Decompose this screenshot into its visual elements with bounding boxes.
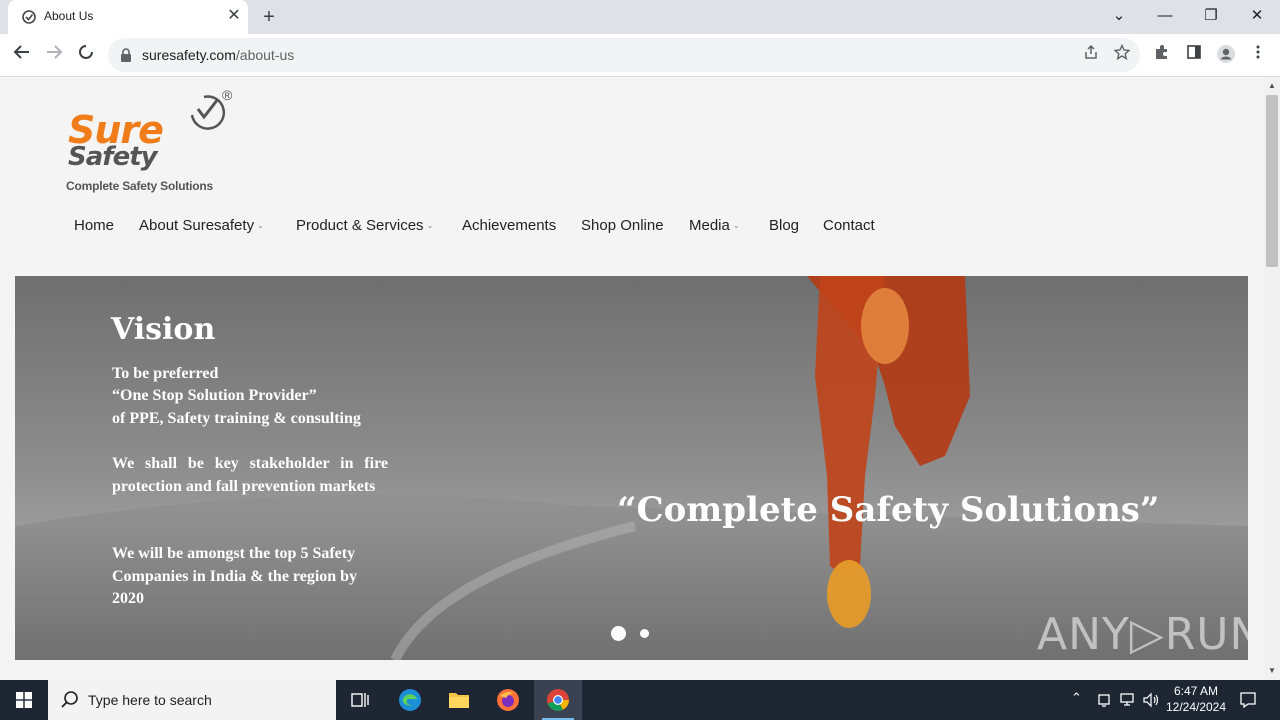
clock-date: 12/24/2024 [1165,700,1227,714]
taskbar-file-explorer[interactable] [435,680,483,720]
taskbar-chrome[interactable] [534,680,582,720]
folder-icon [449,693,469,708]
logo-tagline: Complete Safety Solutions [66,179,214,193]
lock-icon[interactable] [120,48,132,62]
task-view-icon [351,693,369,707]
nav-contact[interactable]: Contact [823,215,875,237]
browser-toolbar: suresafety.com/about-us [0,34,1280,77]
url-domain: suresafety.com [142,47,236,63]
page-scrollbar[interactable]: ▲ ▼ [1264,77,1280,680]
nav-achievements[interactable]: Achievements [462,215,556,237]
arrow-right-icon [47,45,63,59]
site-favicon-icon [22,10,36,24]
task-view-button[interactable] [336,680,384,720]
forward-button[interactable] [42,43,66,67]
notifications-icon[interactable] [1239,691,1257,709]
taskbar-edge[interactable] [386,680,434,720]
search-icon [61,691,78,708]
nav-media[interactable]: Media ⌄ [689,215,740,239]
scroll-down-arrow-icon[interactable]: ▼ [1264,664,1280,678]
volume-icon[interactable] [1142,692,1160,708]
extensions-puzzle-icon[interactable] [1151,44,1173,66]
minimize-button[interactable]: — [1151,4,1179,28]
nav-label: Shop Online [581,217,664,234]
windows-taskbar: Type here to search ⌃ 6:47 AM 12/24/2024 [0,680,1280,720]
suresafety-logo[interactable]: ® Sure Safety Complete Safety Solutions [64,85,240,193]
clock-time: 6:47 AM [1173,684,1219,698]
close-window-button[interactable]: ✕ [1243,4,1271,28]
nav-product-services[interactable]: Product & Services ⌄ [296,215,433,239]
restore-button[interactable]: ❐ [1197,4,1225,28]
chevron-down-icon: ⌄ [426,221,434,230]
taskbar-search-box[interactable]: Type here to search [48,680,336,720]
profile-avatar-icon[interactable] [1215,44,1237,66]
slider-dot-2[interactable] [640,629,649,638]
url-text[interactable]: suresafety.com/about-us [142,47,294,63]
new-tab-button[interactable]: + [258,6,280,28]
tab-title: About Us [44,9,94,23]
nav-label: Product & Services [296,217,424,234]
logo-word-safety: Safety [68,142,158,172]
hero-slogan: “Complete Safety Solutions” [617,490,1160,530]
vision-line-3: of PPE, Safety training & consulting [112,410,361,427]
chevron-down-icon: ⌄ [732,221,740,230]
url-path: /about-us [235,47,295,63]
back-button[interactable] [10,43,34,67]
side-panel-icon[interactable] [1183,44,1205,66]
browser-tab[interactable]: About Us ✕ [8,0,248,34]
nav-label: About Suresafety [139,217,255,234]
vision-line-1: To be preferred [112,365,219,382]
slider-dot-1[interactable] [611,626,626,641]
scroll-up-arrow-icon[interactable]: ▲ [1264,79,1280,93]
firefox-icon [497,689,519,711]
arrow-left-icon [13,45,29,59]
browser-tab-strip: About Us ✕ + ⌄ — ❐ ✕ [0,0,1280,34]
search-placeholder: Type here to search [88,692,212,708]
close-tab-icon[interactable]: ✕ [224,6,244,26]
share-icon[interactable] [1080,44,1102,66]
nav-label: Media [689,217,730,234]
network-adapter-icon[interactable] [1096,692,1112,708]
address-bar[interactable]: suresafety.com/about-us [108,38,1140,72]
anyrun-watermark: ANY▷RUN [1037,609,1248,660]
loading-spinner-icon [79,45,93,59]
nav-blog[interactable]: Blog [769,215,799,237]
taskbar-clock[interactable]: 6:47 AM 12/24/2024 [1160,683,1232,715]
nav-shop-online[interactable]: Shop Online [581,215,664,237]
vision-paragraph-2: We shall be key stakeholder in fire prot… [112,455,388,495]
nav-label: Achievements [462,217,557,234]
tab-search-icon[interactable]: ⌄ [1105,4,1133,28]
vision-line-2: “One Stop Solution Provider” [112,387,317,404]
nav-label: Home [74,217,115,234]
bookmark-star-icon[interactable] [1111,43,1133,66]
chrome-icon [547,689,569,711]
page-viewport: ® Sure Safety Complete Safety Solutions … [0,77,1264,680]
nav-label: Blog [769,217,800,234]
start-button[interactable] [0,680,48,720]
scrollbar-thumb[interactable] [1266,95,1278,267]
vision-paragraph-3: We will be amongst the top 5 Safety Comp… [112,545,358,607]
edge-icon [399,689,421,711]
reload-stop-button[interactable] [74,43,98,67]
hero-slider: Vision To be preferred “One Stop Solutio… [15,276,1248,660]
vision-heading: Vision [111,312,216,347]
nav-about-suresafety[interactable]: About Suresafety ⌄ [139,215,264,239]
registered-mark: ® [222,87,233,103]
taskbar-firefox[interactable] [484,680,532,720]
windows-logo-icon [16,692,32,708]
chrome-menu-icon[interactable] [1247,44,1269,66]
nav-label: Contact [823,217,875,234]
ethernet-icon[interactable] [1119,692,1135,708]
chevron-down-icon: ⌄ [257,221,264,230]
nav-home[interactable]: Home [74,215,114,237]
chevron-up-icon[interactable]: ⌃ [1071,690,1082,706]
